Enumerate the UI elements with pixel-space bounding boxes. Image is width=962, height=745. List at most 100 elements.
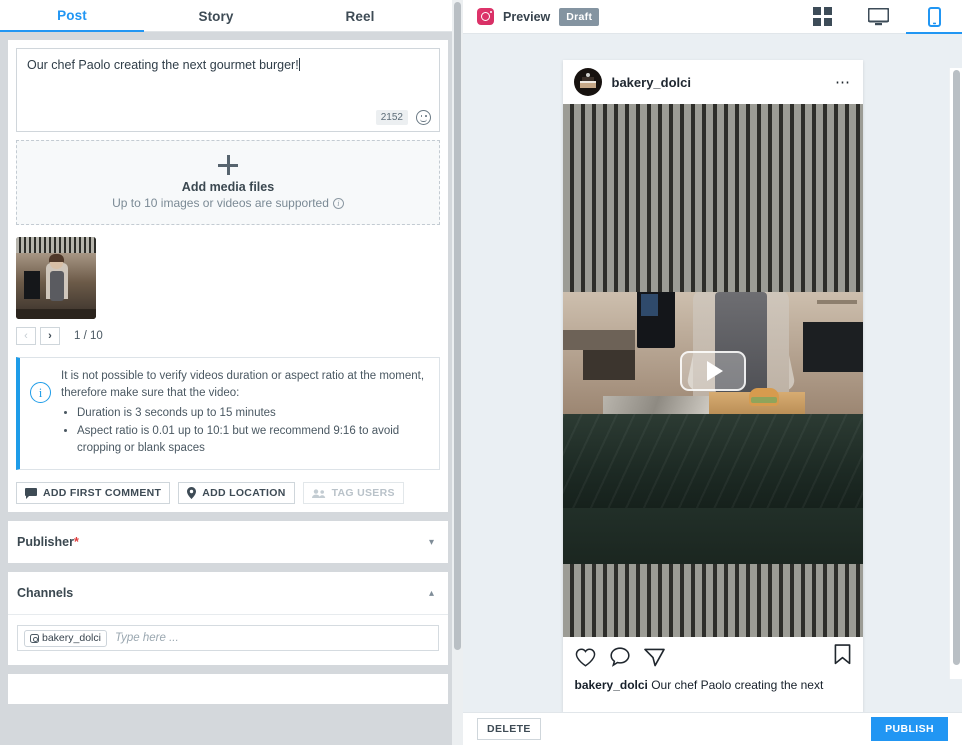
more-options-icon[interactable]: ⋯ xyxy=(835,75,852,90)
dropzone-title: Add media files xyxy=(181,180,275,194)
content-type-tabs: Post Story Reel xyxy=(0,0,463,32)
left-scrollbar-thumb[interactable] xyxy=(454,2,461,650)
caption-username[interactable]: bakery_dolci xyxy=(575,678,648,692)
add-first-comment-label: ADD FIRST COMMENT xyxy=(43,487,162,500)
next-media-button[interactable]: › xyxy=(40,327,60,345)
notice-bullet-2: Aspect ratio is 0.01 up to 10:1 but we r… xyxy=(77,423,427,458)
preview-body: bakery_dolci ⋯ bakery_dolci Our chef Pao… xyxy=(463,34,962,712)
caption-input[interactable]: Our chef Paolo creating the next gourmet… xyxy=(16,48,440,132)
post-caption: bakery_dolci Our chef Paolo creating the… xyxy=(563,677,863,694)
avatar[interactable] xyxy=(573,68,602,96)
plus-icon xyxy=(218,155,238,175)
notice-bullet-1: Duration is 3 seconds up to 15 minutes xyxy=(77,405,427,422)
desktop-view-button[interactable] xyxy=(850,0,906,34)
comment-bubble-icon[interactable] xyxy=(609,647,630,667)
preview-title: Preview xyxy=(503,9,551,24)
desktop-view-icon xyxy=(867,7,889,25)
grid-view-icon xyxy=(812,7,832,26)
media-slats-top xyxy=(562,104,863,292)
grid-view-button[interactable] xyxy=(794,0,850,34)
post-action-bar xyxy=(563,637,863,677)
caption-text: Our chef Paolo creating the next gourmet… xyxy=(27,57,429,74)
chevron-down-icon[interactable]: ▾ xyxy=(429,537,434,548)
tab-reel[interactable]: Reel xyxy=(288,0,432,32)
tab-post-label: Post xyxy=(57,7,87,23)
text-caret xyxy=(298,58,300,71)
tab-story-label: Story xyxy=(198,8,234,24)
prev-media-button[interactable]: ‹ xyxy=(16,327,36,345)
video-requirements-notice: i It is not possible to verify videos du… xyxy=(16,357,440,471)
media-thumbnails: ‹ › 1 / 10 xyxy=(16,237,440,345)
mobile-view-button[interactable] xyxy=(906,0,962,34)
info-icon[interactable]: i xyxy=(332,197,344,209)
media-slats-bottom xyxy=(562,564,863,637)
share-paper-plane-icon[interactable] xyxy=(643,648,665,667)
post-media[interactable] xyxy=(562,104,863,637)
tab-story[interactable]: Story xyxy=(144,0,288,32)
post-actions: ADD FIRST COMMENT ADD LOCATION TAG USERS xyxy=(16,482,440,505)
required-asterisk: * xyxy=(73,535,79,550)
preview-pane: Preview Draft bakery_dolci ⋯ bakery_dolc… xyxy=(463,0,962,745)
preview-scrollbar-thumb[interactable] xyxy=(953,70,960,665)
instagram-post-preview: bakery_dolci ⋯ bakery_dolci Our chef Pao… xyxy=(562,60,863,712)
post-header: bakery_dolci ⋯ xyxy=(563,60,863,104)
location-pin-icon xyxy=(187,487,197,500)
like-heart-icon[interactable] xyxy=(575,648,596,667)
channel-select-input[interactable]: bakery_dolci Type here ... xyxy=(17,625,439,652)
post-username[interactable]: bakery_dolci xyxy=(612,75,692,90)
channels-panel-content: bakery_dolci Type here ... xyxy=(8,615,448,665)
media-pager-label: 1 / 10 xyxy=(74,330,103,342)
channels-panel-title: Channels xyxy=(17,586,74,601)
preview-header: Preview Draft xyxy=(463,0,962,34)
add-first-comment-button[interactable]: ADD FIRST COMMENT xyxy=(16,482,171,505)
instagram-icon xyxy=(477,8,494,25)
chevron-up-icon[interactable]: ▴ xyxy=(429,588,434,599)
tab-post[interactable]: Post xyxy=(0,0,144,32)
caption-value: Our chef Paolo creating the next gourmet… xyxy=(27,58,299,72)
smiley-face-icon[interactable] xyxy=(416,110,431,125)
preview-scrollbar[interactable] xyxy=(949,68,962,679)
media-pager: ‹ › 1 / 10 xyxy=(16,327,440,345)
tag-users-label: TAG USERS xyxy=(331,487,395,500)
media-thumbnail-1[interactable] xyxy=(16,237,96,319)
preview-footer: DELETE PUBLISH xyxy=(463,712,962,745)
channel-chip-label: bakery_dolci xyxy=(42,632,101,645)
channel-input-placeholder: Type here ... xyxy=(114,632,179,645)
add-media-dropzone[interactable]: Add media files Up to 10 images or video… xyxy=(16,140,440,225)
dropzone-subtitle: Up to 10 images or videos are supported … xyxy=(112,196,344,210)
editor-pane: Post Story Reel Our chef Paolo creating … xyxy=(0,0,463,745)
status-badge: Draft xyxy=(559,7,600,26)
character-counter: 2152 xyxy=(375,110,408,125)
view-mode-switcher xyxy=(794,0,962,34)
left-pane-scrollbar[interactable] xyxy=(452,0,463,745)
publisher-panel-header[interactable]: Publisher* ▾ xyxy=(8,521,448,563)
mobile-view-icon xyxy=(927,6,941,27)
channels-panel: Channels ▴ bakery_dolci Type here ... xyxy=(8,572,448,666)
delete-button[interactable]: DELETE xyxy=(477,718,541,740)
channel-chip-bakery-dolci[interactable]: bakery_dolci xyxy=(24,629,107,647)
publisher-panel-title: Publisher* xyxy=(17,535,79,549)
channels-panel-header[interactable]: Channels ▴ xyxy=(8,572,448,614)
notice-bullets: Duration is 3 seconds up to 15 minutes A… xyxy=(77,405,427,458)
publisher-title-label: Publisher xyxy=(17,535,74,550)
comment-icon xyxy=(25,487,37,499)
caption-body: Our chef Paolo creating the next xyxy=(647,678,824,692)
tag-users-icon xyxy=(311,489,325,498)
media-kitchen-scene xyxy=(562,292,863,564)
notice-body: It is not possible to verify videos dura… xyxy=(61,368,427,457)
publisher-panel: Publisher* ▾ xyxy=(8,521,448,564)
info-icon: i xyxy=(30,382,51,403)
composer-card: Our chef Paolo creating the next gourmet… xyxy=(8,40,448,513)
dropzone-subtitle-label: Up to 10 images or videos are supported xyxy=(112,196,329,210)
tab-reel-label: Reel xyxy=(345,8,375,24)
publish-button[interactable]: PUBLISH xyxy=(871,717,948,741)
save-bookmark-icon[interactable] xyxy=(834,644,851,665)
tag-users-button[interactable]: TAG USERS xyxy=(302,482,404,505)
save-bookmark-wrap xyxy=(834,644,851,670)
play-button-icon[interactable] xyxy=(679,350,746,391)
instagram-icon xyxy=(30,633,39,643)
composer-footer: 2152 xyxy=(375,110,431,125)
notice-text: It is not possible to verify videos dura… xyxy=(61,370,425,400)
add-location-button[interactable]: ADD LOCATION xyxy=(178,482,295,505)
next-panel-partial xyxy=(8,674,448,705)
